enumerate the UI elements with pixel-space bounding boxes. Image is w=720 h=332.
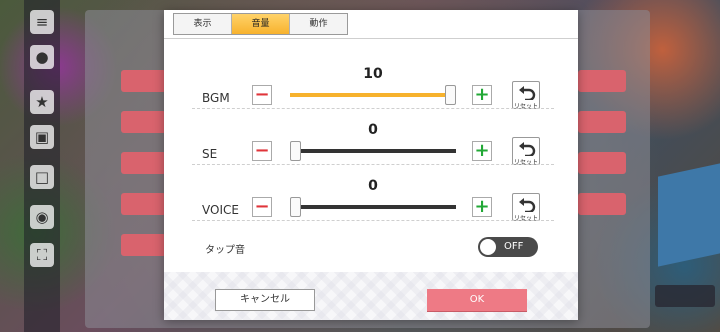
background-card xyxy=(658,163,720,267)
ok-button[interactable]: OK xyxy=(427,289,527,311)
voice-volume-row: 0 VOICE − + リセット xyxy=(192,174,554,230)
se-volume-row: 0 SE − + リセット xyxy=(192,118,554,174)
tab-volume[interactable]: 音量 xyxy=(232,14,290,34)
tab-divider xyxy=(164,38,578,39)
voice-slider-handle[interactable] xyxy=(290,197,301,217)
voice-volume-slider[interactable] xyxy=(290,197,456,217)
gift-icon: ▣ xyxy=(30,125,54,149)
bgm-slider-handle[interactable] xyxy=(445,85,456,105)
background-button xyxy=(121,152,166,174)
background-button xyxy=(121,111,166,133)
chat-icon: ● xyxy=(30,45,54,69)
bgm-volume-value: 10 xyxy=(363,66,383,82)
background-button xyxy=(578,111,626,133)
se-decrease-button[interactable]: − xyxy=(252,141,272,161)
dialog-footer: キャンセル OK xyxy=(164,272,578,320)
tap-sound-toggle[interactable]: OFF xyxy=(478,237,538,257)
row-divider xyxy=(192,108,554,109)
bgm-label: BGM xyxy=(202,91,230,105)
voice-reset-button[interactable]: リセット xyxy=(512,193,540,222)
toggle-state: OFF xyxy=(504,241,524,252)
undo-icon xyxy=(519,142,536,156)
cancel-button[interactable]: キャンセル xyxy=(215,289,315,311)
se-volume-slider[interactable] xyxy=(290,141,456,161)
voice-increase-button[interactable]: + xyxy=(472,197,492,217)
tap-sound-label: タップ音 xyxy=(205,245,245,256)
undo-icon xyxy=(519,86,536,100)
group-icon: ◉ xyxy=(30,205,54,229)
toggle-knob xyxy=(480,239,496,255)
se-increase-button[interactable]: + xyxy=(472,141,492,161)
se-slider-handle[interactable] xyxy=(290,141,301,161)
background-button xyxy=(121,70,166,92)
settings-dialog: 表示 音量 動作 10 BGM − + リセット 0 SE − + リセット 0… xyxy=(164,10,578,320)
tab-display[interactable]: 表示 xyxy=(174,14,232,34)
settings-tabs: 表示 音量 動作 xyxy=(173,13,348,35)
voice-label: VOICE xyxy=(202,203,239,217)
background-button xyxy=(578,70,626,92)
background-button xyxy=(121,193,166,215)
event-icon: ★ xyxy=(30,90,54,114)
background-button xyxy=(578,193,626,215)
bgm-reset-button[interactable]: リセット xyxy=(512,81,540,110)
background-button xyxy=(578,152,626,174)
se-volume-value: 0 xyxy=(368,122,378,138)
voice-volume-value: 0 xyxy=(368,178,378,194)
bgm-increase-button[interactable]: + xyxy=(472,85,492,105)
menu-icon: ≡ xyxy=(30,10,54,34)
row-divider xyxy=(192,220,554,221)
background-badge xyxy=(655,285,715,307)
bgm-volume-slider[interactable] xyxy=(290,85,456,105)
bgm-volume-row: 10 BGM − + リセット xyxy=(192,62,554,118)
se-reset-button[interactable]: リセット xyxy=(512,137,540,166)
undo-icon xyxy=(519,198,536,212)
screen-icon: □ xyxy=(30,165,54,189)
fullscreen-icon: ⛶ xyxy=(30,243,54,267)
row-divider xyxy=(192,164,554,165)
bgm-slider-fill xyxy=(290,93,456,97)
se-label: SE xyxy=(202,147,218,161)
tab-action[interactable]: 動作 xyxy=(290,14,347,34)
voice-decrease-button[interactable]: − xyxy=(252,197,272,217)
background-button xyxy=(121,234,166,256)
bgm-decrease-button[interactable]: − xyxy=(252,85,272,105)
